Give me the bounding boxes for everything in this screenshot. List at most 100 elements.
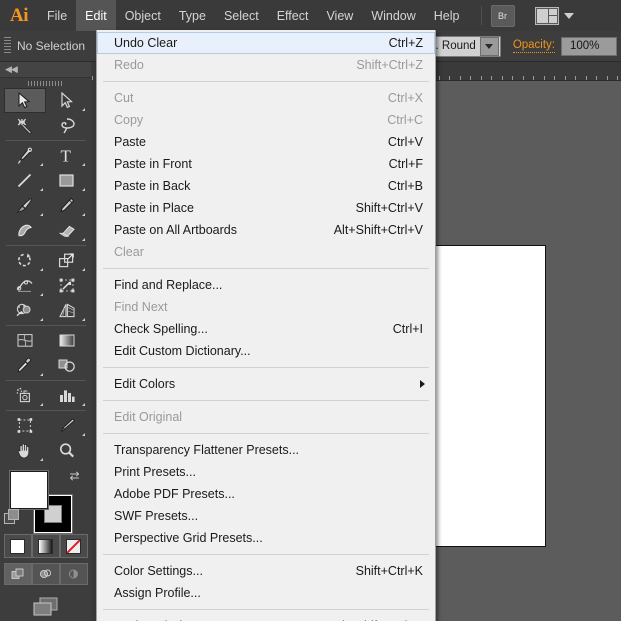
menu-item-paste-on-all-artboards[interactable]: Paste on All Artboards Alt+Shift+Ctrl+V: [97, 219, 435, 241]
ruler-tick: [575, 76, 576, 80]
width-tool[interactable]: [4, 273, 46, 298]
ruler-tick: [543, 76, 545, 80]
menu-item-color-settings[interactable]: Color Settings... Shift+Ctrl+K: [97, 560, 435, 582]
ruler-tick: [512, 76, 513, 80]
menubar-item-help[interactable]: Help: [425, 0, 469, 31]
screen-mode-icon[interactable]: [32, 595, 60, 617]
menu-item-paste-in-front[interactable]: Paste in Front Ctrl+F: [97, 153, 435, 175]
menubar-item-effect[interactable]: Effect: [268, 0, 318, 31]
menu-item-cut: Cut Ctrl+X: [97, 87, 435, 109]
tool-divider: [5, 245, 86, 246]
none-swatch-button[interactable]: [59, 534, 88, 558]
menu-item-adobe-pdf-presets[interactable]: Adobe PDF Presets...: [97, 483, 435, 505]
magic-wand-tool[interactable]: [4, 113, 46, 138]
menubar-item-window[interactable]: Window: [362, 0, 424, 31]
tool-divider: [5, 140, 86, 141]
pencil-tool[interactable]: [46, 193, 88, 218]
selection-status: No Selection: [17, 39, 86, 53]
draw-normal-button[interactable]: [3, 563, 32, 585]
menubar-item-view[interactable]: View: [317, 0, 362, 31]
artboard-tool[interactable]: [4, 413, 46, 438]
menu-item-check-spelling[interactable]: Check Spelling... Ctrl+I: [97, 318, 435, 340]
draw-inside-button[interactable]: [59, 563, 88, 585]
menu-item-label: Find Next: [114, 300, 168, 314]
direct-selection-tool[interactable]: [46, 88, 88, 113]
symbol-sprayer-tool[interactable]: [4, 383, 46, 408]
shape-builder-tool[interactable]: [4, 298, 46, 323]
mesh-tool[interactable]: [4, 328, 46, 353]
menubar-item-edit[interactable]: Edit: [76, 0, 116, 31]
menu-item-label: Color Settings...: [114, 564, 203, 578]
type-tool[interactable]: T: [46, 143, 88, 168]
menu-item-paste[interactable]: Paste Ctrl+V: [97, 131, 435, 153]
menu-item-find-next: Find Next: [97, 296, 435, 318]
menu-item-label: Paste in Place: [114, 201, 194, 215]
ruler-tick: [606, 76, 608, 80]
gradient-swatch-button[interactable]: [31, 534, 60, 558]
column-graph-tool[interactable]: [46, 383, 88, 408]
menu-item-perspective-grid-presets[interactable]: Perspective Grid Presets...: [97, 527, 435, 549]
blend-tool[interactable]: [46, 353, 88, 378]
menubar-item-select[interactable]: Select: [215, 0, 268, 31]
line-segment-tool[interactable]: [4, 168, 46, 193]
draw-behind-button[interactable]: [31, 563, 60, 585]
menubar-item-file[interactable]: File: [38, 0, 76, 31]
menubar-item-type[interactable]: Type: [170, 0, 215, 31]
menu-item-label: Undo Clear: [114, 36, 178, 50]
tool-divider: [5, 410, 86, 411]
zoom-tool[interactable]: [46, 438, 88, 463]
selection-tool[interactable]: [3, 88, 46, 113]
submenu-arrow-icon: [420, 380, 425, 388]
chevron-down-icon: [563, 12, 574, 19]
scale-tool[interactable]: [46, 248, 88, 273]
rotate-tool[interactable]: [4, 248, 46, 273]
swap-fill-stroke-icon[interactable]: ⇄: [69, 469, 79, 483]
menu-item-label: Transparency Flattener Presets...: [114, 443, 300, 457]
opacity-label[interactable]: Opacity:: [512, 39, 555, 53]
paint-mode-row: [0, 534, 91, 558]
perspective-grid-tool[interactable]: [46, 298, 88, 323]
blob-brush-tool[interactable]: [4, 218, 46, 243]
menu-item-edit-colors[interactable]: Edit Colors: [97, 373, 435, 395]
menu-item-swf-presets[interactable]: SWF Presets...: [97, 505, 435, 527]
free-transform-tool[interactable]: [46, 273, 88, 298]
menu-item-shortcut: Ctrl+B: [387, 179, 423, 193]
tools-panel-header[interactable]: ◀◀: [0, 62, 91, 78]
chevron-down-icon[interactable]: [479, 36, 499, 56]
tool-grid: T: [3, 88, 88, 463]
default-fill-stroke-icon[interactable]: [3, 509, 19, 524]
workspace-switcher[interactable]: [534, 6, 574, 25]
gradient-tool[interactable]: [46, 328, 88, 353]
hand-tool[interactable]: [4, 438, 46, 463]
pen-tool[interactable]: [4, 143, 46, 168]
menu-item-paste-in-back[interactable]: Paste in Back Ctrl+B: [97, 175, 435, 197]
menu-item-undo-clear[interactable]: Undo Clear Ctrl+Z: [97, 32, 435, 54]
ruler-tick: [564, 76, 566, 80]
menu-item-transparency-flattener-presets[interactable]: Transparency Flattener Presets...: [97, 439, 435, 461]
menubar-item-object[interactable]: Object: [116, 0, 170, 31]
fill-swatch[interactable]: [9, 471, 48, 509]
control-bar-grip[interactable]: [4, 37, 11, 55]
color-swatch-button[interactable]: [3, 534, 32, 558]
tool-divider: [5, 380, 86, 381]
tools-panel-grip[interactable]: [0, 78, 91, 88]
lasso-tool[interactable]: [46, 113, 88, 138]
menu-item-edit-custom-dictionary[interactable]: Edit Custom Dictionary...: [97, 340, 435, 362]
slice-tool[interactable]: [46, 413, 88, 438]
menu-item-print-presets[interactable]: Print Presets...: [97, 461, 435, 483]
bridge-icon[interactable]: Br: [490, 4, 515, 27]
edit-dropdown-menu: Undo Clear Ctrl+Z Redo Shift+Ctrl+Z Cut Ctrl+…: [96, 30, 436, 621]
paintbrush-tool[interactable]: [4, 193, 46, 218]
menu-item-keyboard-shortcuts[interactable]: Keyboard Shortcuts...Alt+Shift+Ctrl+K: [97, 615, 435, 621]
rectangle-tool[interactable]: [46, 168, 88, 193]
menu-item-find-and-replace[interactable]: Find and Replace...: [97, 274, 435, 296]
opacity-input[interactable]: 100%: [561, 36, 617, 56]
fill-stroke-controls: ⇄: [3, 469, 88, 533]
menu-item-paste-in-place[interactable]: Paste in Place Shift+Ctrl+V: [97, 197, 435, 219]
double-chevron-left-icon[interactable]: ◀◀: [5, 64, 18, 75]
eraser-tool[interactable]: [46, 218, 88, 243]
menu-item-label: Paste in Back: [114, 179, 191, 193]
menu-item-assign-profile[interactable]: Assign Profile...: [97, 582, 435, 604]
eyedropper-tool[interactable]: [4, 353, 46, 378]
menu-item-shortcut: Shift+Ctrl+Z: [356, 58, 423, 72]
